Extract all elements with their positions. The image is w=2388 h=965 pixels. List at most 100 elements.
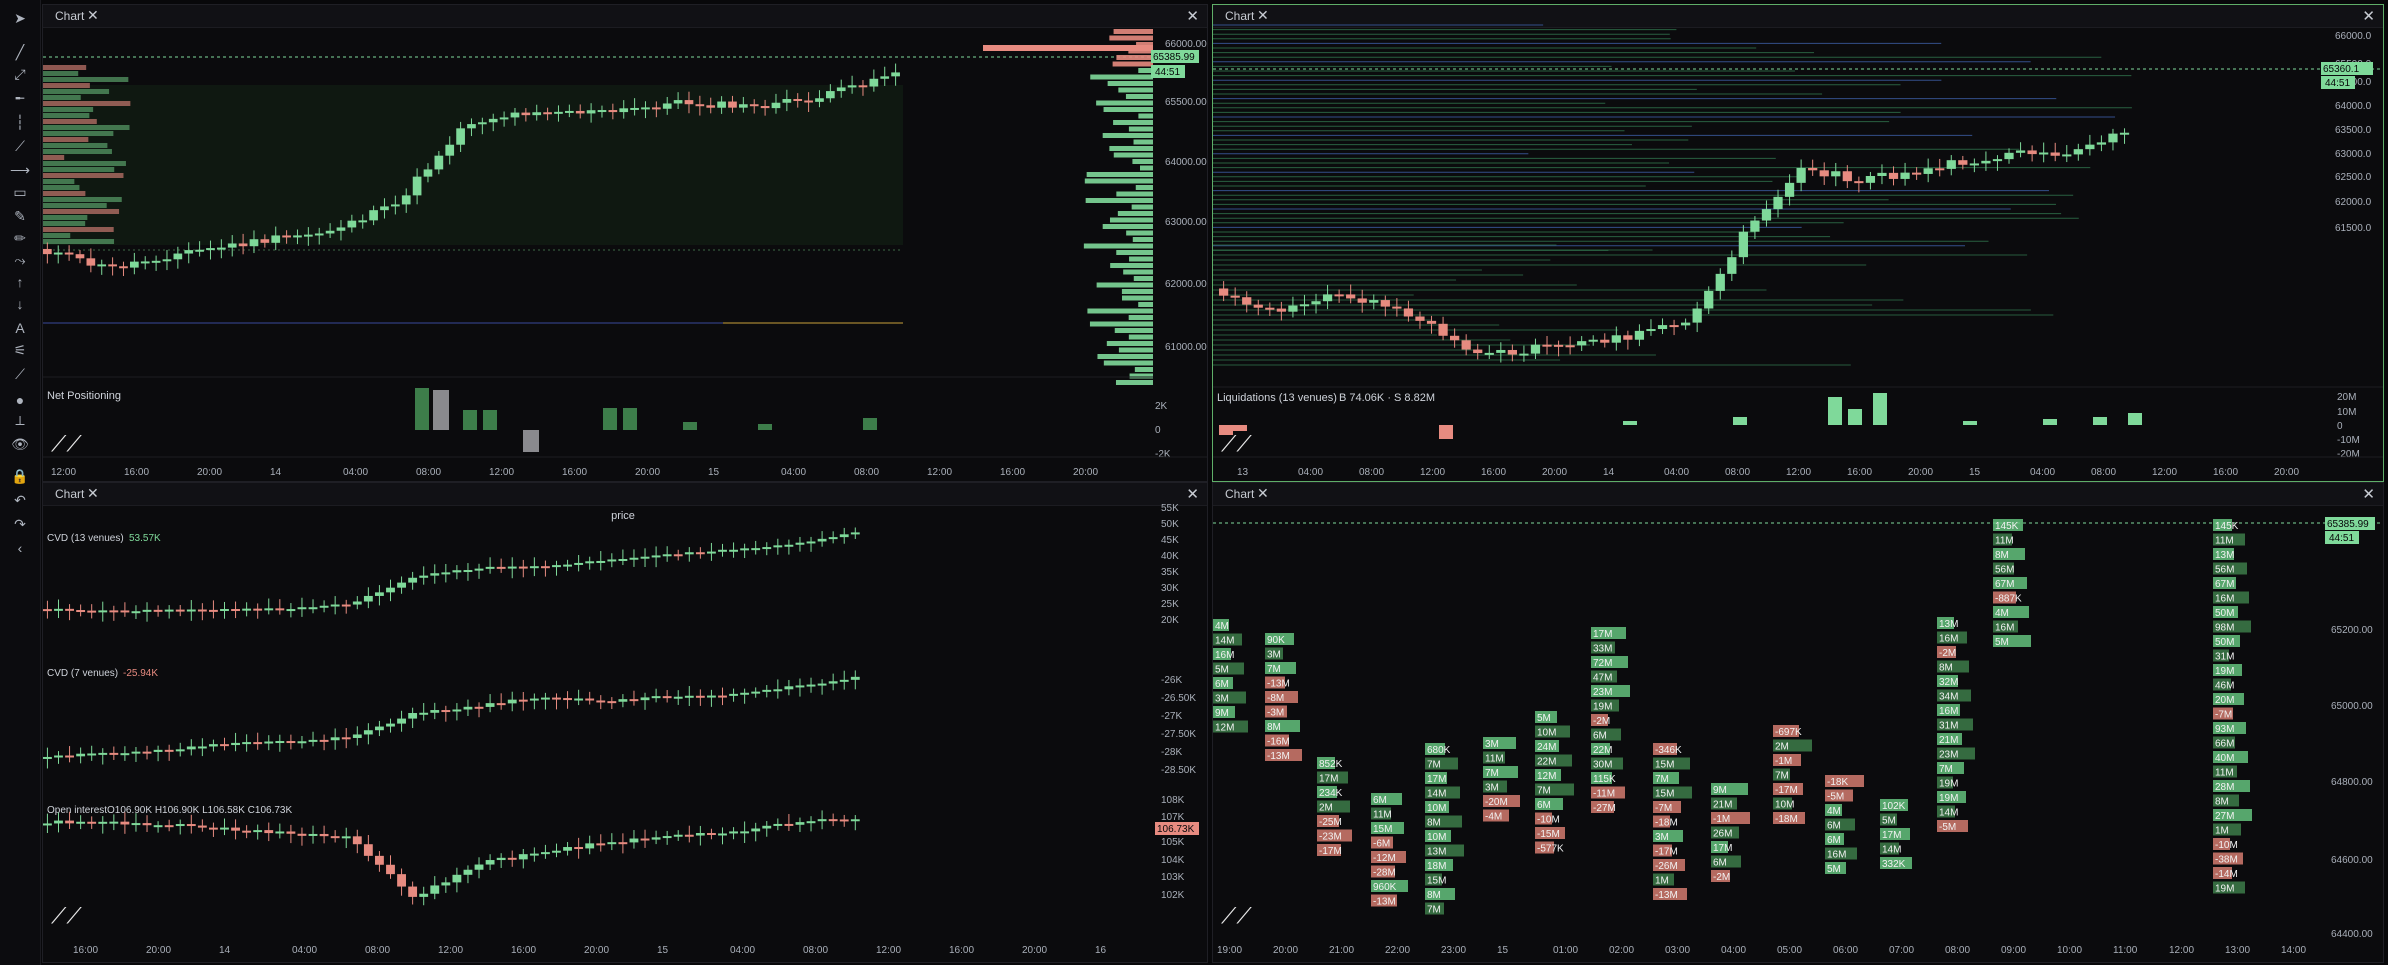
ruler-icon[interactable]: ⟂ — [10, 410, 30, 430]
cvd2-candle — [430, 710, 440, 713]
open-interest-candle — [795, 822, 805, 825]
volume-profile-bar — [1109, 35, 1153, 41]
net-positioning-bar — [603, 408, 617, 430]
volume-profile-bar — [1125, 94, 1153, 99]
cvd2-candle — [629, 699, 639, 702]
hide-icon[interactable]: 👁 — [10, 434, 30, 454]
price-candle — [260, 239, 270, 243]
footprint-value: 16M — [1939, 634, 1958, 645]
liquidation-bar — [2043, 419, 2057, 425]
footprint-value: 6M — [1827, 821, 1841, 832]
footprint-value: 8M — [1427, 890, 1441, 901]
logo-icon: ⟋⟋ — [51, 903, 82, 928]
cvd1-candle — [297, 607, 307, 610]
volume-profile-bar — [43, 215, 88, 220]
cvd1-candle — [850, 532, 860, 535]
volume-profile-bar — [43, 89, 110, 94]
collapse-icon[interactable]: ‹ — [10, 538, 30, 558]
price-candle — [325, 230, 335, 234]
magnet-icon[interactable]: ● — [10, 390, 30, 410]
price-axis-label: 62000.00 — [1165, 279, 1207, 290]
time-axis-label: 12:00 — [876, 945, 901, 956]
extended-line-icon[interactable]: ⟋ — [10, 136, 30, 156]
time-axis-label: 20:00 — [1022, 945, 1047, 956]
chart-panel-bottom-left[interactable]: Chart ✕ ✕ price CVD (13 venues) 53.57K 55K 5… — [42, 482, 1208, 963]
measure-icon[interactable]: ⚟ — [10, 340, 30, 360]
footprint-value: 3M — [1655, 832, 1669, 843]
axis-label: 102K — [1161, 890, 1185, 901]
cvd1-candle — [529, 566, 539, 569]
chart-panel-top-right[interactable]: Chart ✕ ✕ 66000.065500.064500.064000.063… — [1212, 4, 2384, 482]
chart-canvas[interactable]: 66000.00 65500.00 64000.00 63000.00 62000.00… — [43, 5, 1207, 481]
lock-icon[interactable]: 🔒 — [10, 466, 30, 486]
axis-label: 50K — [1161, 519, 1179, 530]
price-axis-label: 64600.00 — [2331, 855, 2373, 866]
footprint-value: 5M — [1215, 665, 1229, 676]
volume-profile-bar — [43, 197, 122, 202]
chart-canvas[interactable]: price CVD (13 venues) 53.57K 55K 50K 45K 40K 35… — [43, 483, 1207, 962]
volume-profile-bar — [43, 221, 86, 226]
cvd2-candle — [762, 689, 772, 692]
cvd2-candle — [220, 744, 229, 747]
liquidation-bar — [1623, 421, 1637, 425]
volume-profile-bar — [43, 119, 97, 124]
chart-canvas[interactable]: 66000.065500.064500.064000.063500.063000… — [1213, 5, 2383, 481]
open-interest-candle — [773, 823, 783, 826]
price-candle — [358, 220, 368, 223]
volume-profile-bar — [1107, 81, 1153, 86]
cvd2-candle — [651, 696, 661, 699]
pane-title: price — [611, 510, 635, 522]
oi-value-label: 106.73K — [1157, 824, 1195, 835]
vertical-line-icon[interactable]: ┆ — [10, 112, 30, 132]
horizontal-ray-icon[interactable]: ⟶ — [10, 160, 30, 180]
cvd1-candle — [662, 554, 672, 557]
footprint-value: 16M — [1827, 850, 1846, 861]
axis-label: 108K — [1161, 795, 1185, 806]
open-interest-candle — [352, 836, 362, 845]
price-candle — [53, 252, 63, 255]
chart-canvas[interactable]: 4M 14M 16M 5M 6M 3M 9M 12M 90K 3M 7M -13M -8M -3M 8M -1… — [1213, 483, 2383, 962]
arrow-down-icon[interactable]: ↓ — [10, 294, 30, 314]
drawing-toolbar: ➤ ╱ ⤢ ╾ ┆ ⟋ ⟶ ▭ ✎ ✏ ⤳ ↑ ↓ A ⚟ ⟋ ● ⟂ 👁 🔒 ↶ ↷ ‹ — [0, 0, 41, 965]
open-interest-candle — [596, 843, 606, 846]
open-interest-candle — [552, 850, 561, 853]
time-axis-label: 12:00 — [51, 467, 76, 478]
volume-profile-bar — [1126, 230, 1153, 236]
time-axis-label: 16:00 — [949, 945, 974, 956]
price-candle — [1900, 172, 1910, 179]
time-axis-label: 20:00 — [584, 945, 609, 956]
brush-icon[interactable]: ✎ — [10, 206, 30, 226]
time-axis-label: 05:00 — [1777, 945, 1802, 956]
time-axis-label: 20:00 — [2274, 467, 2299, 478]
volume-profile-bar — [43, 143, 108, 148]
footprint-value: 7M — [1939, 764, 1953, 775]
fib-icon[interactable]: ⟋ — [10, 364, 30, 384]
path-icon[interactable]: ⤳ — [10, 250, 30, 270]
redo-icon[interactable]: ↷ — [10, 514, 30, 534]
pencil-icon[interactable]: ✏ — [10, 228, 30, 248]
text-icon[interactable]: A — [10, 318, 30, 338]
cvd1-candle — [795, 542, 805, 545]
footprint-value: 11M — [2215, 768, 2234, 779]
chart-panel-bottom-right[interactable]: Chart ✕ ✕ 4M 14M 16M 5M 6M 3M 9M 12M 90K 3M 7M -13M… — [1212, 482, 2384, 963]
cursor-icon[interactable]: ➤ — [10, 8, 30, 28]
price-candle — [2050, 152, 2060, 156]
volume-profile-bar — [43, 83, 90, 88]
chart-panel-top-left[interactable]: Chart ✕ ✕ 66000.00 65500.00 64000.00 63000.… — [42, 4, 1208, 482]
open-interest-candle — [762, 825, 772, 829]
rectangle-icon[interactable]: ▭ — [10, 182, 30, 202]
arrow-up-icon[interactable]: ↑ — [10, 272, 30, 292]
footprint-value: -23M — [1319, 832, 1342, 843]
undo-icon[interactable]: ↶ — [10, 490, 30, 510]
ray-icon[interactable]: ⤢ — [10, 64, 30, 84]
footprint-value: 5M — [1827, 864, 1841, 875]
open-interest-candle — [419, 893, 429, 897]
trendline-icon[interactable]: ╱ — [10, 42, 30, 62]
volume-profile-bar — [1090, 74, 1153, 80]
volume-profile-bar — [43, 167, 115, 172]
volume-profile-bar — [43, 161, 126, 166]
footprint-value: 10M — [1775, 800, 1794, 811]
footprint-value: 15M — [1427, 876, 1446, 887]
horizontal-line-icon[interactable]: ╾ — [10, 88, 30, 108]
price-candle — [162, 259, 172, 262]
